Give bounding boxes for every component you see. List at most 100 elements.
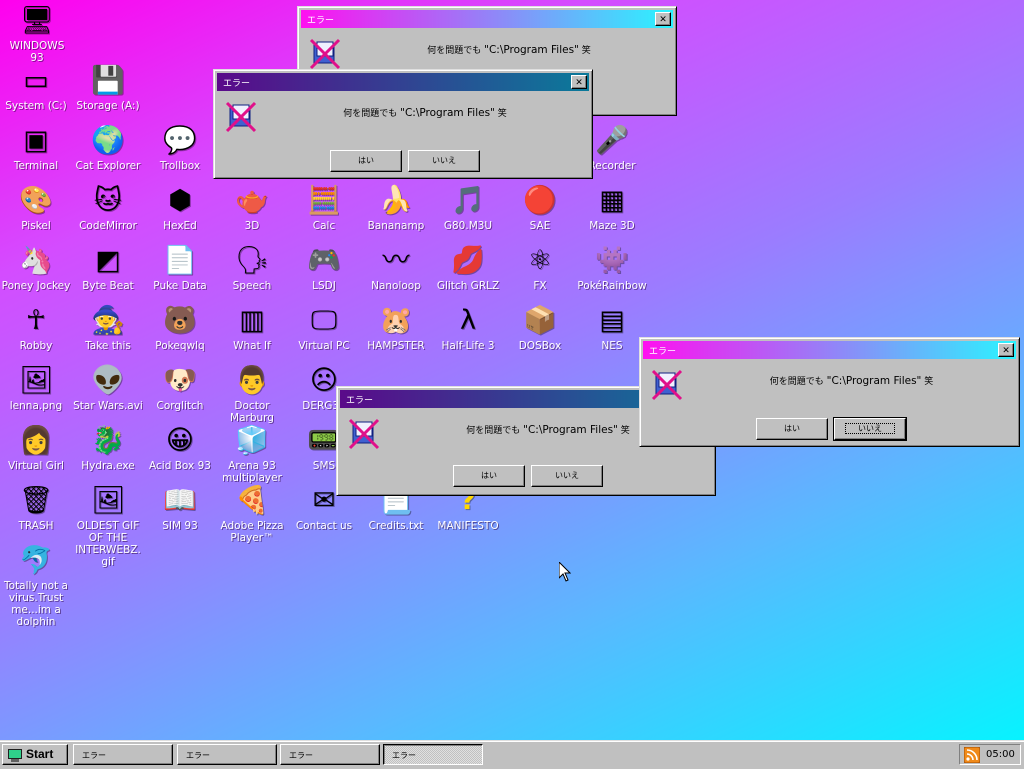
yes-button-label: はい (358, 156, 374, 165)
computer-icon: 🖥 (20, 5, 55, 36)
desktop-icon-virtual-girl[interactable]: 👩 Virtual Girl (0, 424, 72, 472)
desktop-icon-dolphin[interactable]: 🐬 Totally not a virus.Trust me...im a dol… (0, 544, 72, 628)
yes-button[interactable]: はい (330, 150, 402, 172)
desktop-icon-cat-explorer[interactable]: 🌍 Cat Explorer (72, 124, 144, 172)
desktop-icon-label: DOSBox (518, 340, 562, 352)
close-button[interactable]: ✕ (571, 75, 587, 89)
dialog-message: 何を問題でも "C:\Program Files" 笑 (704, 374, 999, 387)
desktop-icon-acid-box[interactable]: 😀 Acid Box 93 (144, 424, 216, 472)
taskbar-button[interactable]: エラー (73, 744, 173, 765)
desktop-icon-arena93[interactable]: 🧊 Arena 93 multiplayer (216, 424, 288, 484)
desktop-icon-label: Storage (A:) (76, 100, 140, 112)
desktop-icon-poney-jockey[interactable]: 🦄 Poney Jockey (0, 244, 72, 292)
desktop-icon-pokerainbow[interactable]: 👾 PokéRainbow (576, 244, 648, 292)
desktop-icon-sim93[interactable]: 📖 SIM 93 (144, 484, 216, 532)
yes-button[interactable]: はい (453, 465, 525, 487)
microphone-icon: 🎤 (595, 125, 629, 156)
what-if-icon: ▥ (239, 305, 265, 336)
nes-icon: ▤ (599, 305, 625, 336)
desktop-icon-windows93[interactable]: 🖥 WINDOWS 93 (1, 4, 73, 64)
image-file-icon: 🖼 (19, 365, 54, 396)
desktop-icon-what-if[interactable]: ▥ What If (216, 304, 288, 352)
desktop-icon-label: Robby (19, 340, 53, 352)
windows93-logo-icon (8, 748, 22, 762)
dialog-titlebar[interactable]: エラー ✕ (217, 73, 589, 91)
dialog-title: エラー (223, 78, 251, 89)
gameboy-icon: 🎮 (307, 245, 341, 276)
dolphin-icon: 🐬 (19, 545, 53, 576)
message-prefix: 何を問題でも (427, 46, 482, 56)
desktop-icon-hydra[interactable]: 🐉 Hydra.exe (72, 424, 144, 472)
close-button[interactable]: ✕ (998, 343, 1014, 357)
start-button[interactable]: Start (2, 744, 68, 765)
desktop-icon-label: Maze 3D (589, 220, 635, 232)
desktop-icon-maze3d[interactable]: ▦ Maze 3D (576, 184, 648, 232)
dialog-titlebar[interactable]: エラー ✕ (301, 10, 673, 28)
message-suffix: 笑 (924, 377, 934, 387)
desktop-icon-dosbox[interactable]: 📦 DOSBox (504, 304, 576, 352)
desktop-icon-hampster[interactable]: 🐹 HAMPSTER (360, 304, 432, 352)
dialog-titlebar[interactable]: エラー ✕ (643, 341, 1016, 359)
desktop-icon-half-life-3[interactable]: λ Half-Life 3 (432, 304, 504, 352)
clock[interactable]: 05:00 (986, 749, 1015, 760)
taskbar-button[interactable]: エラー (177, 744, 277, 765)
desktop-icon-label: Hydra.exe (81, 460, 135, 472)
desktop-icon-oldest-gif[interactable]: 🖼 OLDEST GIF OF THE INTERWEBZ.gif (72, 484, 144, 568)
dialog-title: エラー (307, 15, 335, 26)
desktop-icon-pizza-player[interactable]: 🍕 Adobe Pizza Player™ (216, 484, 288, 544)
desktop-icon-lsdj[interactable]: 🎮 LSDJ (288, 244, 360, 292)
desktop-icon-nes[interactable]: ▤ NES (576, 304, 648, 352)
yes-button[interactable]: はい (756, 418, 828, 440)
desktop-icon-label: NES (601, 340, 623, 352)
desktop-icon-pokeqwlq[interactable]: 🐻 Pokeqwlq (144, 304, 216, 352)
error-cross-icon (348, 418, 380, 450)
desktop-icon-bananamp[interactable]: 🍌 Bananamp (360, 184, 432, 232)
dosbox-icon: 📦 (523, 305, 557, 336)
desktop-icon-system-c[interactable]: ▭ System (C:) (0, 64, 72, 112)
system-tray: 05:00 (959, 744, 1021, 765)
desktop-icon-corglitch[interactable]: 🐶 Corglitch (144, 364, 216, 412)
taskbar-button[interactable]: エラー (280, 744, 380, 765)
desktop-icon-storage-a[interactable]: 💾 Storage (A:) (72, 64, 144, 112)
no-button[interactable]: いいえ (833, 417, 907, 441)
error-dialog: エラー ✕ 何を問題でも "C:\Program Files" 笑 はい いいえ (213, 69, 593, 179)
taskbar-button-active[interactable]: エラー (383, 744, 483, 765)
desktop-icon-speech[interactable]: 🗣 Speech (216, 244, 288, 292)
desktop-icon-g80m3u[interactable]: 🎵 G80.M3U (432, 184, 504, 232)
desktop-icon-codemirror[interactable]: 🐱 CodeMirror (72, 184, 144, 232)
close-button[interactable]: ✕ (655, 12, 671, 26)
desktop-icon-star-wars[interactable]: 👽 Star Wars.avi (72, 364, 144, 412)
desktop-icon-hexed[interactable]: ⬢ HexEd (144, 184, 216, 232)
no-button[interactable]: いいえ (531, 465, 603, 487)
desktop-icon-sae[interactable]: 🔴 SAE (504, 184, 576, 232)
desktop-icon-robby[interactable]: ☥ Robby (0, 304, 72, 352)
desktop-icon-terminal[interactable]: ▣ Terminal (0, 124, 72, 172)
desktop-icon-trash[interactable]: 🗑 TRASH (0, 484, 72, 532)
desktop-icon-3d[interactable]: 🫖 3D (216, 184, 288, 232)
desktop-icon-label: Virtual Girl (8, 460, 64, 472)
desktop-icon-fx[interactable]: ⚛ FX (504, 244, 576, 292)
no-button[interactable]: いいえ (408, 150, 480, 172)
desktop-icon-glitch-grlz[interactable]: 💋 Glitch GRLZ (432, 244, 504, 292)
message-suffix: 笑 (497, 109, 507, 119)
desktop-icon-label: Terminal (13, 160, 59, 172)
desktop-icon-doctor-marburg[interactable]: 👨 Doctor Marburg (216, 364, 288, 424)
maze-icon: ▦ (599, 185, 625, 216)
desktop-icon-lenna[interactable]: 🖼 lenna.png (0, 364, 72, 412)
dialog-title: エラー (649, 346, 677, 357)
rss-feed-icon[interactable] (964, 746, 980, 763)
desktop-icon-take-this[interactable]: 🧙 Take this (72, 304, 144, 352)
desktop-icon-byte-beat[interactable]: ◩ Byte Beat (72, 244, 144, 292)
desktop-icon-calc[interactable]: 🧮 Calc (288, 184, 360, 232)
checker-ball-icon: 🔴 (523, 185, 557, 216)
desktop-icon-trollbox[interactable]: 💬 Trollbox (144, 124, 216, 172)
desktop-icon-virtual-pc[interactable]: 🖵 Virtual PC (288, 304, 360, 352)
desktop-icon-piskel[interactable]: 🎨 Piskel (0, 184, 72, 232)
desktop-icon-puke-data[interactable]: 📄 Puke Data (144, 244, 216, 292)
desktop-icon-label: Nanoloop (371, 280, 421, 292)
desktop-icon-nanoloop[interactable]: 〰 Nanoloop (360, 244, 432, 292)
error-cross-icon (309, 38, 341, 70)
chat-bubble-icon: 💬 (163, 125, 197, 156)
no-button-label: いいえ (845, 423, 895, 434)
message-path: "C:\Program Files" (484, 44, 579, 56)
